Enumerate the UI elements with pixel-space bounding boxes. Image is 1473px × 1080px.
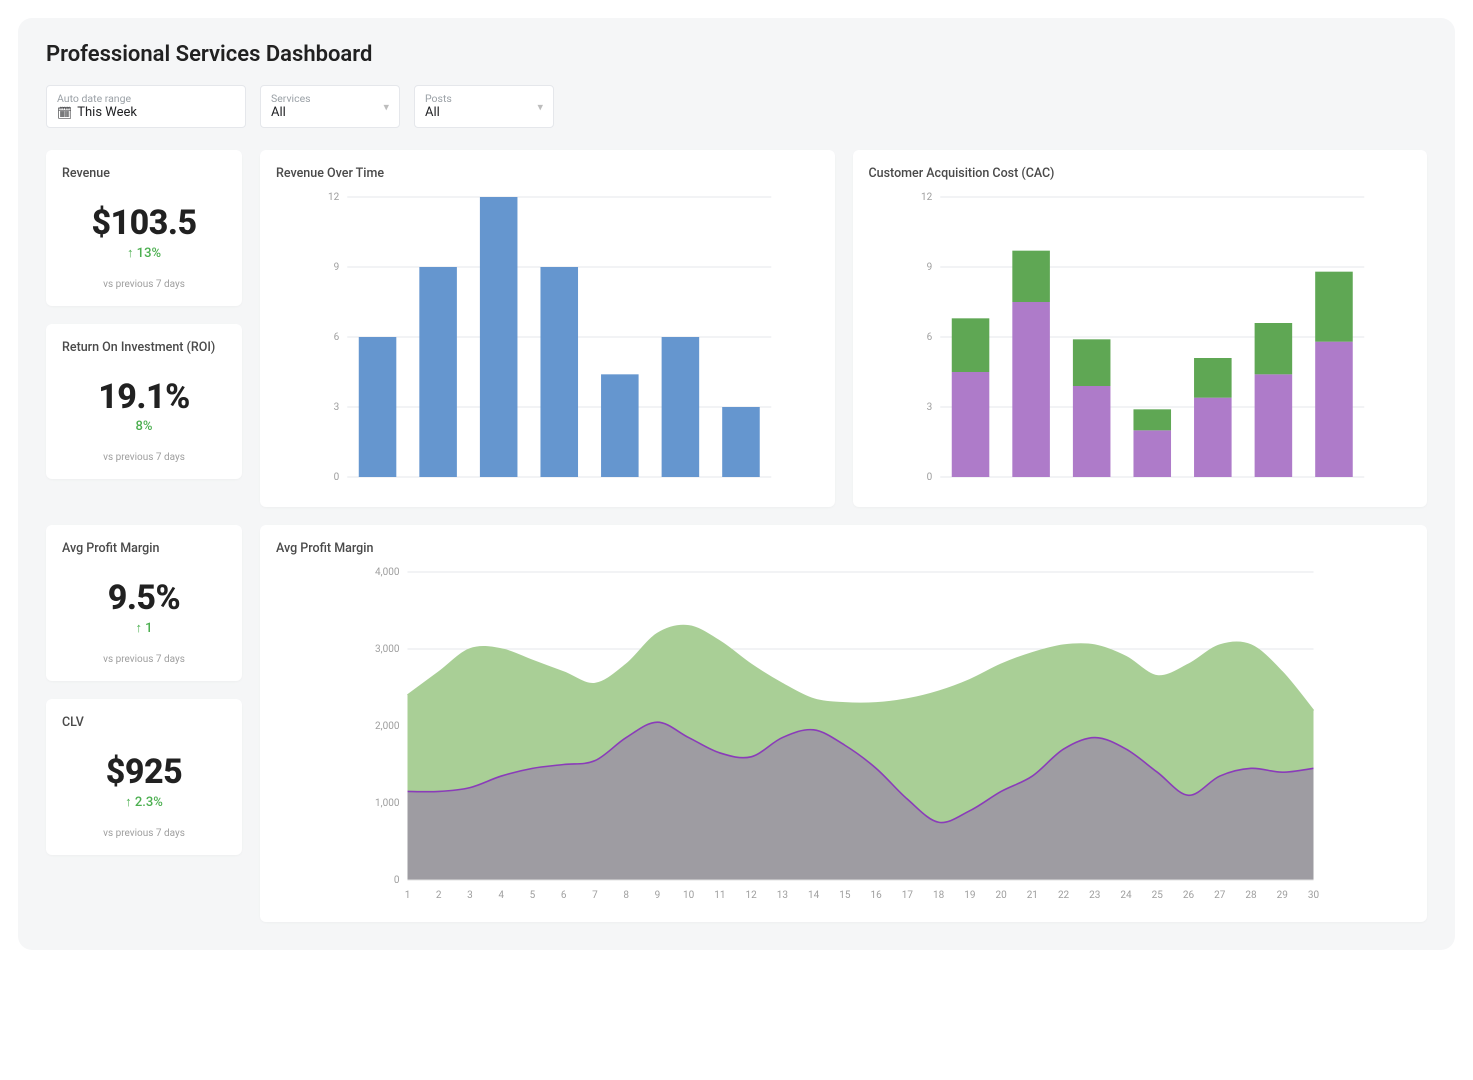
svg-text:13: 13 bbox=[777, 890, 788, 901]
kpi-value: 19.1% bbox=[62, 377, 226, 417]
chart-svg: 0 3 6 9 12 bbox=[869, 191, 1412, 491]
kpi-title: Return On Investment (ROI) bbox=[62, 340, 226, 355]
page-title: Professional Services Dashboard bbox=[46, 42, 1427, 67]
svg-text:6: 6 bbox=[334, 332, 340, 343]
svg-text:21: 21 bbox=[1027, 890, 1038, 901]
svg-text:6: 6 bbox=[926, 332, 932, 343]
filter-label: Auto date range bbox=[57, 92, 235, 105]
svg-text:20: 20 bbox=[995, 890, 1007, 901]
chart-title: Customer Acquisition Cost (CAC) bbox=[869, 166, 1412, 181]
svg-text:1: 1 bbox=[405, 890, 411, 901]
svg-text:8: 8 bbox=[623, 890, 629, 901]
chart-margin-area: Avg Profit Margin 0 1,000 2,000 3,000 4,000 1… bbox=[260, 525, 1427, 922]
svg-text:0: 0 bbox=[334, 472, 340, 483]
chart-svg: 0 3 6 9 12 bbox=[276, 191, 819, 491]
filter-value: All bbox=[271, 105, 389, 120]
svg-text:2,000: 2,000 bbox=[375, 721, 400, 732]
kpi-subtext: vs previous 7 days bbox=[62, 452, 226, 463]
dashboard-container: Professional Services Dashboard Auto dat… bbox=[18, 18, 1455, 950]
svg-text:15: 15 bbox=[839, 890, 851, 901]
filter-value: 🗓 This Week bbox=[57, 105, 235, 120]
filters-row: Auto date range 🗓 This Week Services All… bbox=[46, 85, 1427, 128]
kpi-delta: 8% bbox=[62, 419, 226, 434]
filter-value-text: This Week bbox=[77, 105, 137, 120]
chart-svg: 01,0002,0003,0004,0001234567891011121314… bbox=[276, 566, 1411, 906]
filter-date-range[interactable]: Auto date range 🗓 This Week bbox=[46, 85, 246, 128]
svg-text:16: 16 bbox=[870, 890, 882, 901]
filter-posts[interactable]: Posts All ▾ bbox=[414, 85, 554, 128]
svg-text:3: 3 bbox=[926, 402, 932, 413]
svg-text:10: 10 bbox=[683, 890, 695, 901]
kpi-delta: ↑ 2.3% bbox=[62, 794, 226, 810]
svg-text:0: 0 bbox=[926, 472, 932, 483]
kpi-revenue: Revenue $103.5 ↑ 13% vs previous 7 days bbox=[46, 150, 242, 306]
svg-text:7: 7 bbox=[592, 890, 598, 901]
kpi-subtext: vs previous 7 days bbox=[62, 654, 226, 665]
svg-text:26: 26 bbox=[1183, 890, 1195, 901]
filter-label: Services bbox=[271, 92, 389, 105]
svg-text:2: 2 bbox=[436, 890, 442, 901]
kpi-clv: CLV $925 ↑ 2.3% vs previous 7 days bbox=[46, 699, 242, 855]
kpi-delta: ↑ 1 bbox=[62, 620, 226, 636]
svg-text:3: 3 bbox=[467, 890, 473, 901]
filter-services[interactable]: Services All ▾ bbox=[260, 85, 400, 128]
svg-text:9: 9 bbox=[334, 262, 340, 273]
kpi-subtext: vs previous 7 days bbox=[62, 279, 226, 290]
svg-text:19: 19 bbox=[964, 890, 975, 901]
kpi-delta: ↑ 13% bbox=[62, 245, 226, 261]
svg-text:30: 30 bbox=[1308, 890, 1320, 901]
svg-text:23: 23 bbox=[1089, 890, 1100, 901]
svg-text:18: 18 bbox=[933, 890, 945, 901]
kpi-value: 9.5% bbox=[62, 578, 226, 618]
chevron-down-icon: ▾ bbox=[383, 100, 389, 113]
chevron-down-icon: ▾ bbox=[537, 100, 543, 113]
svg-text:28: 28 bbox=[1245, 890, 1257, 901]
calendar-icon: 🗓 bbox=[57, 106, 72, 120]
svg-text:12: 12 bbox=[746, 890, 758, 901]
svg-text:3,000: 3,000 bbox=[375, 644, 400, 655]
kpi-value: $103.5 bbox=[62, 203, 226, 243]
kpi-subtext: vs previous 7 days bbox=[62, 828, 226, 839]
svg-text:0: 0 bbox=[394, 875, 400, 886]
svg-text:4,000: 4,000 bbox=[375, 567, 400, 578]
svg-text:9: 9 bbox=[926, 262, 932, 273]
svg-text:3: 3 bbox=[334, 402, 340, 413]
svg-text:22: 22 bbox=[1058, 890, 1070, 901]
kpi-col-bottom: Avg Profit Margin 9.5% ↑ 1 vs previous 7… bbox=[46, 525, 242, 922]
svg-text:14: 14 bbox=[808, 890, 820, 901]
kpi-title: Avg Profit Margin bbox=[62, 541, 226, 556]
chart-cac: Customer Acquisition Cost (CAC) 0 3 6 9 12 bbox=[853, 150, 1428, 507]
kpi-value: $925 bbox=[62, 752, 226, 792]
svg-text:24: 24 bbox=[1120, 890, 1132, 901]
svg-text:25: 25 bbox=[1152, 890, 1164, 901]
kpi-title: Revenue bbox=[62, 166, 226, 181]
svg-text:9: 9 bbox=[655, 890, 661, 901]
dashboard-grid: Revenue $103.5 ↑ 13% vs previous 7 days … bbox=[46, 150, 1427, 922]
kpi-margin: Avg Profit Margin 9.5% ↑ 1 vs previous 7… bbox=[46, 525, 242, 681]
svg-text:17: 17 bbox=[902, 890, 914, 901]
kpi-col-top: Revenue $103.5 ↑ 13% vs previous 7 days … bbox=[46, 150, 242, 507]
filter-value: All bbox=[425, 105, 543, 120]
svg-text:11: 11 bbox=[714, 890, 725, 901]
chart-title: Revenue Over Time bbox=[276, 166, 819, 181]
svg-text:4: 4 bbox=[498, 890, 504, 901]
kpi-roi: Return On Investment (ROI) 19.1% 8% vs p… bbox=[46, 324, 242, 479]
chart-revenue-over-time: Revenue Over Time 0 3 6 9 12 bbox=[260, 150, 835, 507]
svg-text:27: 27 bbox=[1214, 890, 1226, 901]
svg-text:12: 12 bbox=[328, 192, 340, 203]
svg-text:29: 29 bbox=[1277, 890, 1288, 901]
svg-text:12: 12 bbox=[921, 192, 933, 203]
chart-title: Avg Profit Margin bbox=[276, 541, 1411, 556]
svg-text:6: 6 bbox=[561, 890, 567, 901]
kpi-title: CLV bbox=[62, 715, 226, 730]
filter-label: Posts bbox=[425, 92, 543, 105]
svg-text:1,000: 1,000 bbox=[375, 798, 400, 809]
svg-text:5: 5 bbox=[530, 890, 536, 901]
